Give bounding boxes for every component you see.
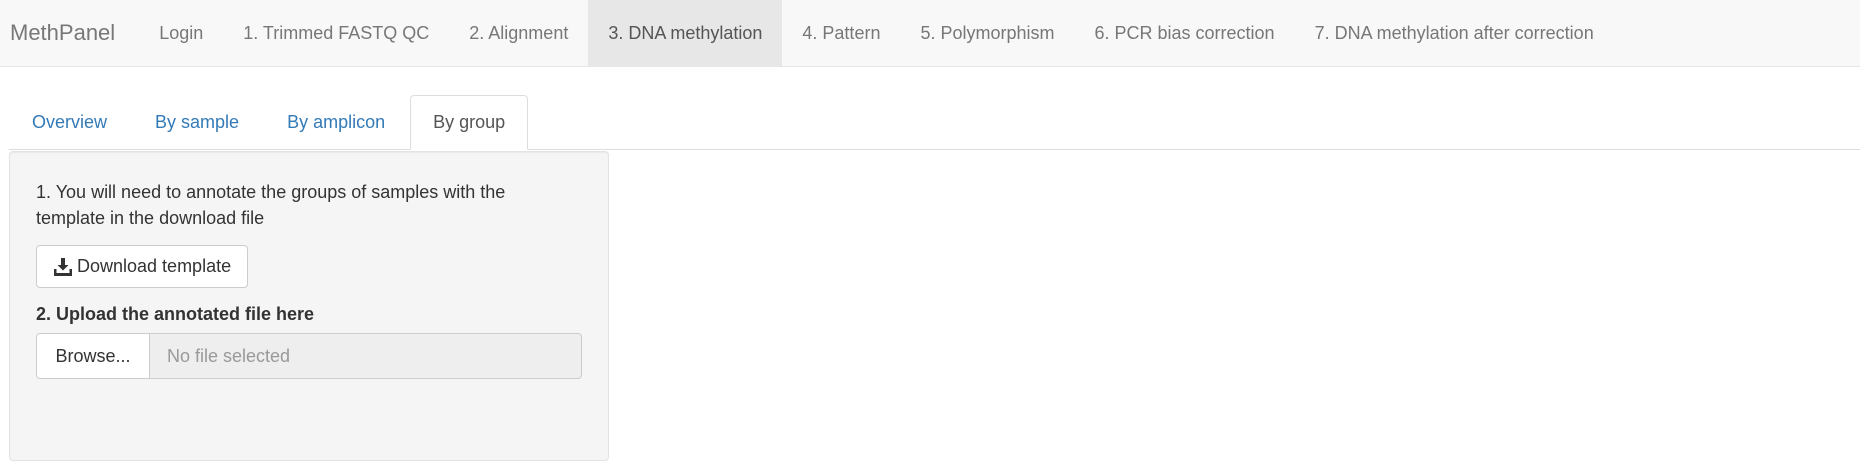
download-template-button[interactable]: Download template: [36, 245, 249, 288]
top-navbar: MethPanel Login 1. Trimmed FASTQ QC 2. A…: [0, 0, 1860, 67]
nav-item-dna-methylation[interactable]: 3. DNA methylation: [588, 0, 783, 66]
nav-menu: Login 1. Trimmed FASTQ QC 2. Alignment 3…: [139, 0, 1614, 66]
nav-item-polymorphism[interactable]: 5. Polymorphism: [900, 0, 1074, 66]
nav-item-trimmed-fastq-qc[interactable]: 1. Trimmed FASTQ QC: [223, 0, 449, 66]
upload-label: 2. Upload the annotated file here: [36, 304, 315, 324]
browse-button[interactable]: Browse...: [36, 333, 150, 379]
file-name-field[interactable]: No file selected: [150, 333, 582, 379]
nav-item-pcr-bias-correction[interactable]: 6. PCR bias correction: [1075, 0, 1295, 66]
download-icon: [53, 257, 73, 277]
tab-by-group[interactable]: By group: [410, 95, 529, 150]
group-upload-panel: 1. You will need to annotate the groups …: [9, 151, 609, 461]
file-upload-input: Browse... No file selected: [36, 333, 582, 379]
nav-item-dna-methylation-after-correction[interactable]: 7. DNA methylation after correction: [1295, 0, 1614, 66]
nav-item-pattern[interactable]: 4. Pattern: [782, 0, 900, 66]
tab-by-amplicon[interactable]: By amplicon: [264, 95, 408, 150]
nav-item-alignment[interactable]: 2. Alignment: [449, 0, 588, 66]
tab-overview[interactable]: Overview: [9, 95, 130, 150]
instruction-text: 1. You will need to annotate the groups …: [36, 182, 506, 228]
subtab-bar: Overview By sample By amplicon By group: [9, 95, 1860, 150]
download-template-label: Download template: [77, 256, 232, 276]
nav-item-login[interactable]: Login: [139, 0, 223, 66]
brand-logo[interactable]: MethPanel: [0, 0, 139, 66]
tab-by-sample[interactable]: By sample: [132, 95, 262, 150]
